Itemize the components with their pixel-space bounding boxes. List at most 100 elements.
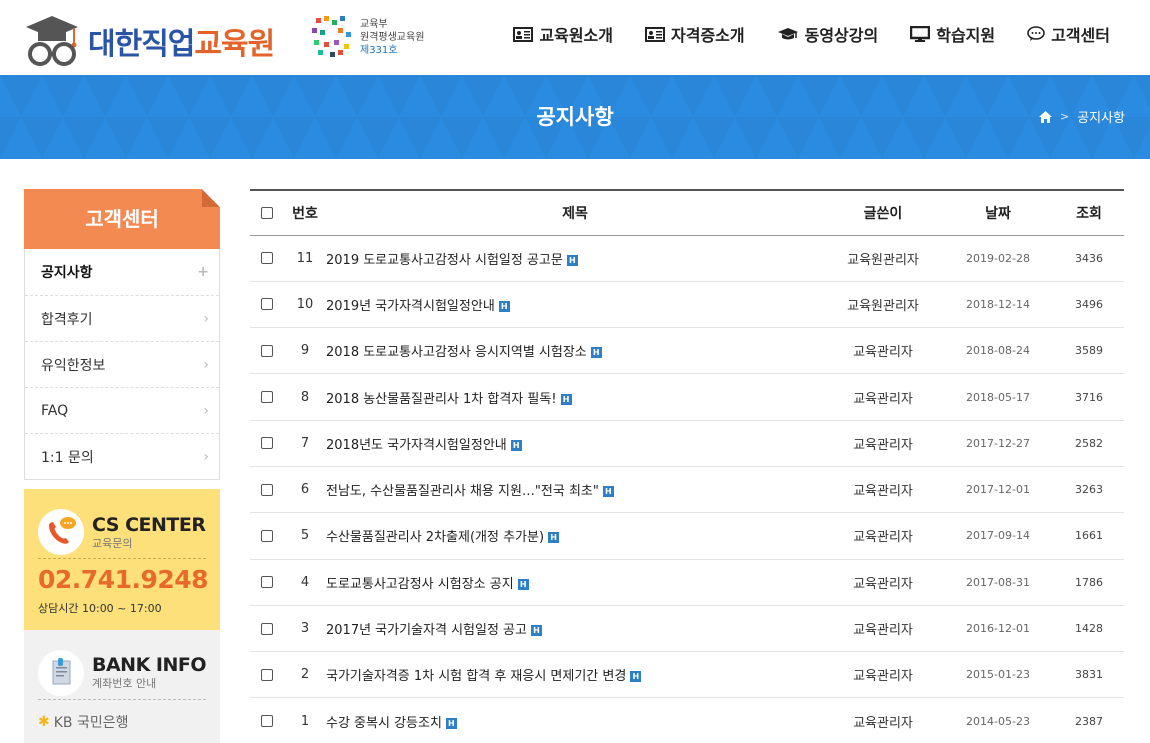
row-title-link[interactable]: 수산물품질관리사 2차출제(개정 추가분) bbox=[326, 530, 544, 545]
row-checkbox[interactable] bbox=[261, 576, 273, 589]
row-number: 3 bbox=[300, 621, 310, 637]
row-author: 교육관리자 bbox=[853, 437, 913, 453]
nav-item-certificates[interactable]: 자격증소개 bbox=[645, 22, 745, 46]
row-author: 교육원관리자 bbox=[847, 298, 919, 314]
row-title-link[interactable]: 2018년도 국가자격시험일정안내 bbox=[326, 438, 507, 453]
row-select-cell bbox=[250, 420, 284, 466]
bank-name: ✱ KB 국민은행 bbox=[38, 712, 129, 732]
row-select-cell bbox=[250, 559, 284, 605]
col-header-no: 번호 bbox=[292, 205, 318, 222]
row-title-link[interactable]: 2019 도로교통사고감정사 시험일정 공고문 bbox=[326, 253, 563, 268]
nav-item-video-lectures[interactable]: 동영상강의 bbox=[777, 22, 878, 46]
hot-badge-icon: H bbox=[517, 578, 529, 590]
sidebar-item-faq[interactable]: FAQ › bbox=[25, 387, 219, 433]
cs-center-box: CS CENTER 교육문의 02.741.9248 상담시간 10:00 ~ … bbox=[24, 489, 220, 630]
row-checkbox[interactable] bbox=[261, 715, 273, 728]
notice-board: 번호 제목 글쓴이 날짜 조회 11 2019 도로교통사고감정사 시험일정 공고… bbox=[250, 189, 1124, 743]
table-row: 2 국가기술자격증 1차 시험 합격 후 재응시 면제기간 변경 H 교육관리자 201… bbox=[250, 652, 1124, 698]
site-logo[interactable]: 대한직업교육원 bbox=[24, 12, 294, 70]
table-row: 9 2018 도로교통사고감정사 응시지역별 시험장소 H 교육관리자 2018-08-… bbox=[250, 328, 1124, 374]
row-checkbox[interactable] bbox=[261, 437, 273, 450]
col-header-title: 제목 bbox=[562, 205, 588, 222]
nav-item-customer-center[interactable]: 고객센터 bbox=[1027, 22, 1110, 46]
sidebar-item-label: 합격후기 bbox=[41, 311, 93, 328]
table-row: 1 수강 중복시 강등조치 H 교육관리자 2014-05-23 2387 bbox=[250, 698, 1124, 743]
row-author: 교육관리자 bbox=[853, 576, 913, 592]
row-date: 2016-12-01 bbox=[966, 622, 1030, 636]
sidebar-title-text: 고객센터 bbox=[85, 207, 159, 231]
sidebar-item-useful-info[interactable]: 유익한정보 › bbox=[25, 341, 219, 387]
plus-icon: + bbox=[197, 264, 209, 280]
row-views: 3716 bbox=[1075, 390, 1103, 404]
row-title-cell: 전남도, 수산물품질관리사 채용 지원…"전국 최초" H bbox=[326, 466, 824, 512]
row-author: 교육관리자 bbox=[853, 669, 913, 685]
row-date: 2018-08-24 bbox=[966, 344, 1030, 358]
nav-label: 고객센터 bbox=[1051, 26, 1110, 45]
row-number: 1 bbox=[300, 713, 310, 729]
table-row: 3 2017년 국가기술자격 시험일정 공고 H 교육관리자 2016-12-01 142… bbox=[250, 605, 1124, 652]
row-author: 교육원관리자 bbox=[847, 252, 919, 268]
table-row: 5 수산물품질관리사 2차출제(개정 추가분) H 교육관리자 2017-09-14 16… bbox=[250, 513, 1124, 560]
logo-text-main: 대한직업 bbox=[88, 27, 195, 62]
row-author: 교육관리자 bbox=[853, 391, 913, 407]
row-date: 2018-05-17 bbox=[966, 390, 1030, 404]
row-title-link[interactable]: 2019년 국가자격시험일정안내 bbox=[326, 299, 495, 314]
row-views: 2582 bbox=[1075, 436, 1103, 450]
row-number: 11 bbox=[296, 250, 314, 266]
row-title-link[interactable]: 전남도, 수산물품질관리사 채용 지원…"전국 최초" bbox=[326, 484, 599, 499]
sidebar-item-reviews[interactable]: 합격후기 › bbox=[25, 295, 219, 341]
hot-badge-icon: H bbox=[560, 393, 572, 405]
logo-text-accent: 교육원 bbox=[194, 27, 275, 62]
row-checkbox[interactable] bbox=[261, 668, 273, 681]
row-checkbox[interactable] bbox=[261, 298, 273, 311]
row-views: 3831 bbox=[1075, 668, 1103, 682]
col-header-author: 글쓴이 bbox=[863, 205, 903, 222]
row-select-cell bbox=[250, 328, 284, 374]
ministry-emblem-icon bbox=[312, 16, 351, 57]
hot-badge-icon: H bbox=[445, 717, 457, 729]
row-select-cell bbox=[250, 605, 284, 651]
select-all-checkbox[interactable] bbox=[261, 206, 273, 219]
row-number: 6 bbox=[300, 482, 310, 498]
row-select-cell bbox=[250, 374, 284, 420]
row-select-cell bbox=[250, 281, 284, 327]
table-row: 8 2018 농산물품질관리사 1차 합격자 필독! H 교육관리자 2018-05-1… bbox=[250, 374, 1124, 421]
row-checkbox[interactable] bbox=[261, 391, 273, 404]
row-title-link[interactable]: 도로교통사고감정사 시험장소 공지 bbox=[326, 577, 514, 592]
sidebar-item-notices[interactable]: 공지사항 + bbox=[25, 249, 219, 295]
table-row: 11 2019 도로교통사고감정사 시험일정 공고문 H 교육원관리자 2019-02-… bbox=[250, 235, 1124, 282]
row-title-link[interactable]: 수강 중복시 강등조치 bbox=[326, 716, 442, 731]
bank-name-text: KB 국민은행 bbox=[53, 715, 129, 731]
divider bbox=[38, 558, 206, 559]
row-author: 교육관리자 bbox=[853, 484, 913, 500]
row-views: 1661 bbox=[1075, 529, 1103, 543]
row-checkbox[interactable] bbox=[261, 529, 273, 542]
sidebar: 고객센터 공지사항 + 합격후기 › 유익한정보 › FAQ › 1:1 문의 … bbox=[24, 189, 220, 480]
row-title-link[interactable]: 국가기술자격증 1차 시험 합격 후 재응시 면제기간 변경 bbox=[326, 669, 626, 684]
row-checkbox[interactable] bbox=[261, 252, 273, 265]
row-title-link[interactable]: 2017년 국가기술자격 시험일정 공고 bbox=[326, 623, 527, 638]
document-icon bbox=[52, 658, 71, 685]
nav-item-learning-support[interactable]: 학습지원 bbox=[910, 22, 995, 46]
row-title-link[interactable]: 2018 농산물품질관리사 1차 합격자 필독! bbox=[326, 392, 557, 407]
notice-table: 번호 제목 글쓴이 날짜 조회 11 2019 도로교통사고감정사 시험일정 공고… bbox=[250, 189, 1124, 743]
corner-fold bbox=[202, 189, 220, 207]
sidebar-item-inquiry[interactable]: 1:1 문의 › bbox=[25, 433, 219, 479]
row-checkbox[interactable] bbox=[261, 344, 273, 357]
phone-icon bbox=[38, 509, 84, 555]
chat-bubble-icon bbox=[1027, 26, 1045, 41]
bank-subtitle: 계좌번호 안내 bbox=[92, 677, 157, 690]
home-icon[interactable] bbox=[1038, 110, 1052, 123]
row-number: 10 bbox=[296, 296, 314, 312]
row-checkbox[interactable] bbox=[261, 622, 273, 635]
breadcrumb-current[interactable]: 공지사항 bbox=[1077, 107, 1125, 126]
row-title-link[interactable]: 2018 도로교통사고감정사 응시지역별 시험장소 bbox=[326, 345, 587, 360]
monitor-icon bbox=[910, 26, 931, 42]
hot-badge-icon: H bbox=[530, 625, 542, 637]
nav-item-about[interactable]: 교육원소개 bbox=[513, 22, 613, 46]
cs-hours-label: 상담시간 bbox=[38, 602, 79, 615]
row-checkbox[interactable] bbox=[261, 483, 273, 496]
cs-phone-number[interactable]: 02.741.9248 bbox=[38, 565, 209, 594]
chevron-right-icon: › bbox=[203, 356, 209, 373]
partner-line-2: 원격평생교육원 bbox=[360, 31, 425, 43]
